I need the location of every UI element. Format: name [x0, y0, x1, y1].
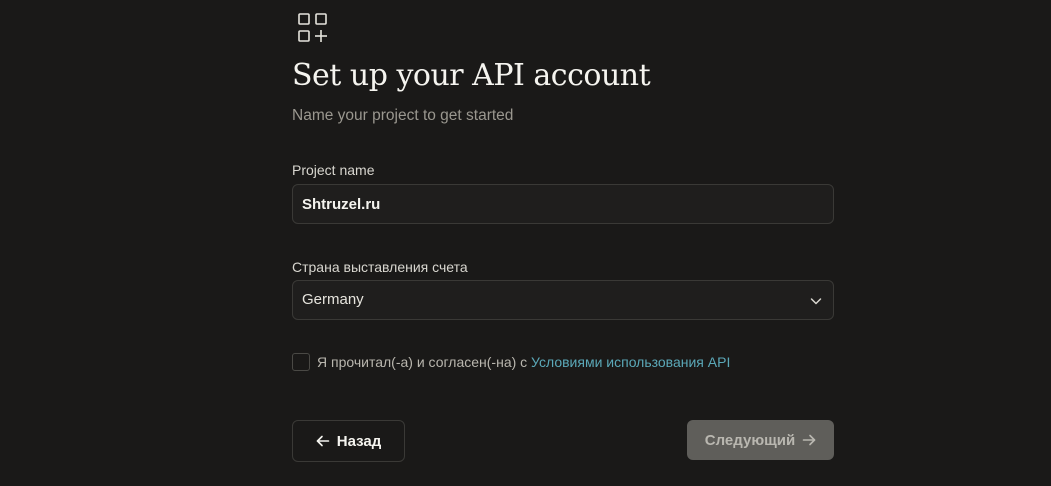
back-button[interactable]: Назад [292, 420, 405, 462]
next-button[interactable]: Следующий [687, 420, 834, 460]
page-title: Set up your API account [292, 58, 651, 93]
project-name-field-wrapper [292, 184, 834, 224]
grid-plus-icon [298, 13, 327, 42]
arrow-right-icon [802, 434, 816, 446]
page-subtitle: Name your project to get started [292, 107, 514, 124]
chevron-down-icon [810, 298, 822, 305]
terms-text: Я прочитал(-а) и согласен(-на) с [317, 354, 532, 370]
project-name-label: Project name [292, 162, 375, 178]
back-button-label: Назад [336, 432, 382, 450]
billing-country-value: Germany [302, 291, 364, 308]
billing-country-select[interactable]: Germany [292, 280, 834, 320]
arrow-left-icon [316, 435, 330, 447]
terms-checkbox[interactable] [292, 353, 310, 371]
project-name-input[interactable] [293, 185, 833, 223]
terms-agreement-text: Я прочитал(-а) и согласен(-на) с Условия… [317, 354, 730, 370]
billing-country-label: Страна выставления счета [292, 259, 468, 275]
next-button-label: Следующий [704, 431, 796, 449]
terms-link[interactable]: Условиями использования API [531, 354, 730, 370]
